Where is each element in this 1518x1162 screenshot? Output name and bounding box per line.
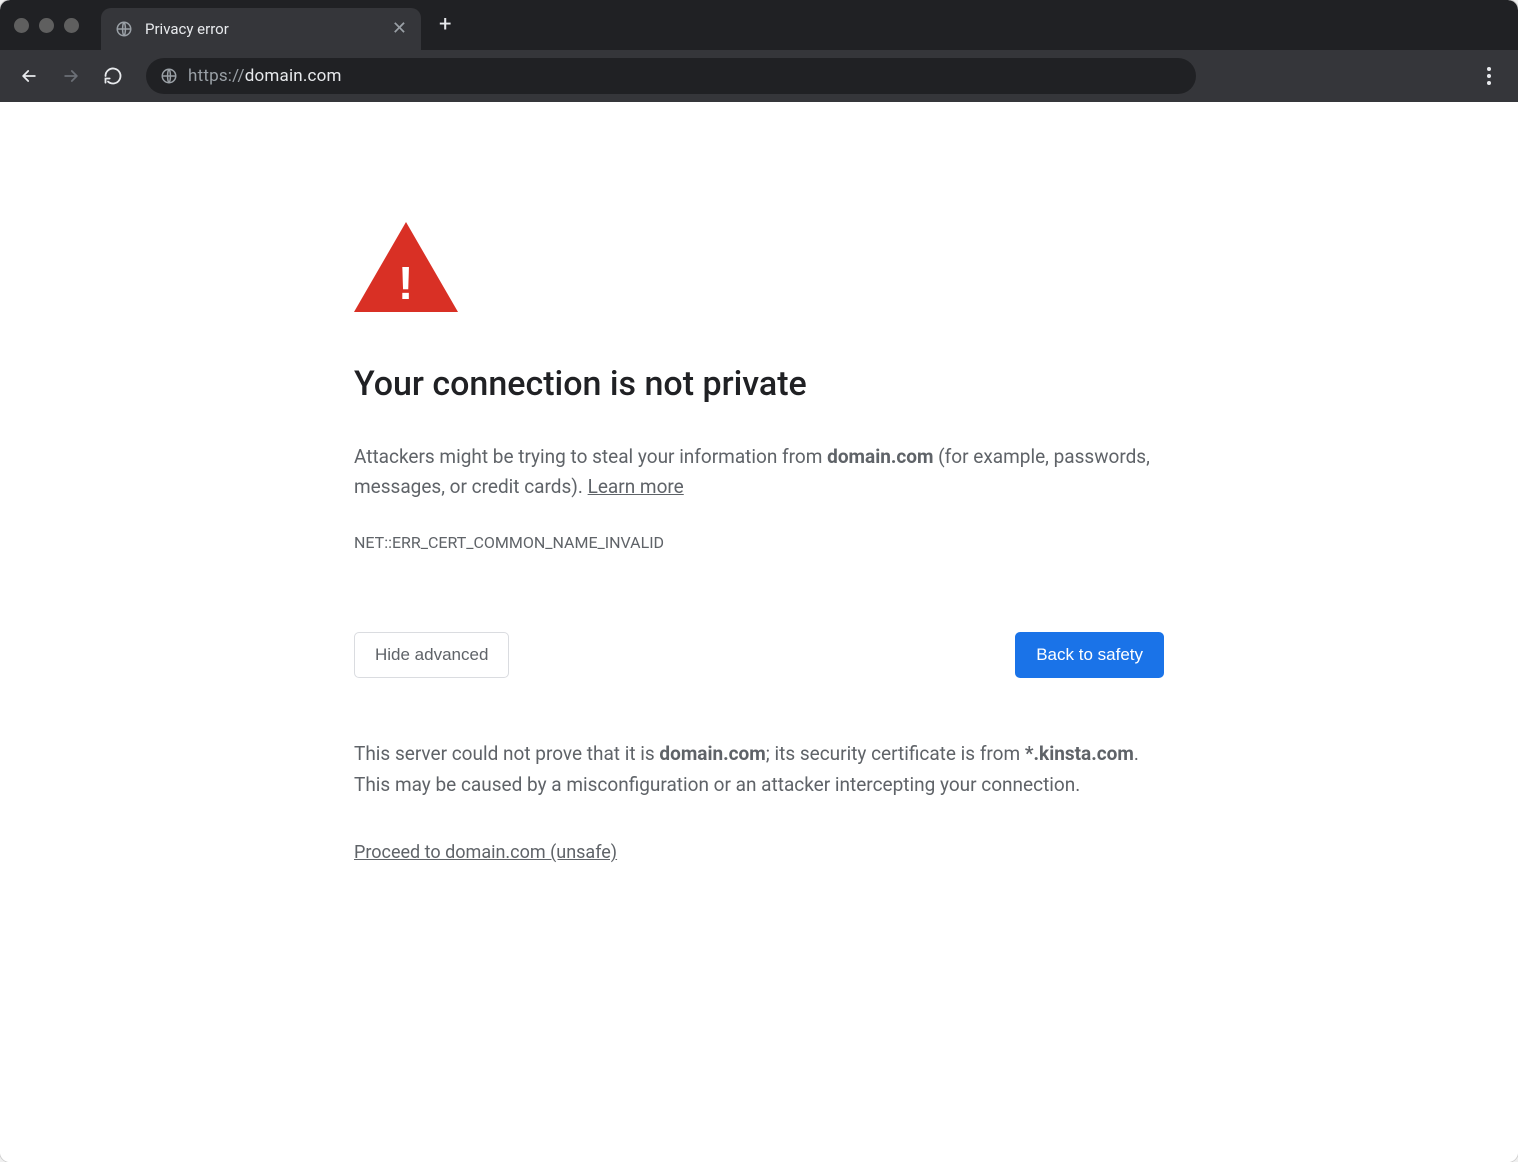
hide-advanced-button[interactable]: Hide advanced <box>354 632 509 678</box>
kebab-menu-button[interactable] <box>1472 59 1506 93</box>
browser-tab[interactable]: Privacy error ✕ <box>101 8 421 50</box>
detail-domain: domain.com <box>659 742 765 765</box>
window-maximize-dot[interactable] <box>64 18 79 33</box>
window-controls <box>14 18 79 33</box>
globe-icon <box>160 67 178 85</box>
new-tab-button[interactable]: + <box>439 14 451 36</box>
warning-triangle-icon <box>354 222 458 312</box>
back-to-safety-button[interactable]: Back to safety <box>1015 632 1164 678</box>
back-button[interactable] <box>12 59 46 93</box>
error-code: NET::ERR_CERT_COMMON_NAME_INVALID <box>354 533 1164 552</box>
address-bar[interactable]: https://domain.com <box>146 58 1196 94</box>
advanced-detail: This server could not prove that it is d… <box>354 738 1164 801</box>
tab-title: Privacy error <box>145 20 380 38</box>
url-text: https://domain.com <box>188 66 342 86</box>
forward-button[interactable] <box>54 59 88 93</box>
detail-cert: *.kinsta.com <box>1025 742 1134 765</box>
detail-mid: ; its security certificate is from <box>766 742 1025 765</box>
button-row: Hide advanced Back to safety <box>354 632 1164 678</box>
detail-prefix: This server could not prove that it is <box>354 742 659 765</box>
warning-description: Attackers might be trying to steal your … <box>354 442 1164 503</box>
proceed-unsafe-link[interactable]: Proceed to domain.com (unsafe) <box>354 842 617 863</box>
window-minimize-dot[interactable] <box>39 18 54 33</box>
url-protocol: https:// <box>188 66 245 86</box>
reload-button[interactable] <box>96 59 130 93</box>
learn-more-link[interactable]: Learn more <box>588 475 684 498</box>
url-host: domain.com <box>245 66 342 86</box>
globe-icon <box>115 20 133 38</box>
tab-strip: Privacy error ✕ + <box>0 0 1518 50</box>
desc-prefix: Attackers might be trying to steal your … <box>354 445 827 468</box>
browser-toolbar: https://domain.com <box>0 50 1518 102</box>
window-close-dot[interactable] <box>14 18 29 33</box>
page-content: Your connection is not private Attackers… <box>0 102 1518 1162</box>
ssl-interstitial: Your connection is not private Attackers… <box>354 102 1164 923</box>
warning-heading: Your connection is not private <box>354 364 1164 404</box>
desc-domain: domain.com <box>827 445 933 468</box>
close-icon[interactable]: ✕ <box>392 20 407 38</box>
browser-window: Privacy error ✕ + <box>0 0 1518 1162</box>
browser-chrome: Privacy error ✕ + <box>0 0 1518 102</box>
